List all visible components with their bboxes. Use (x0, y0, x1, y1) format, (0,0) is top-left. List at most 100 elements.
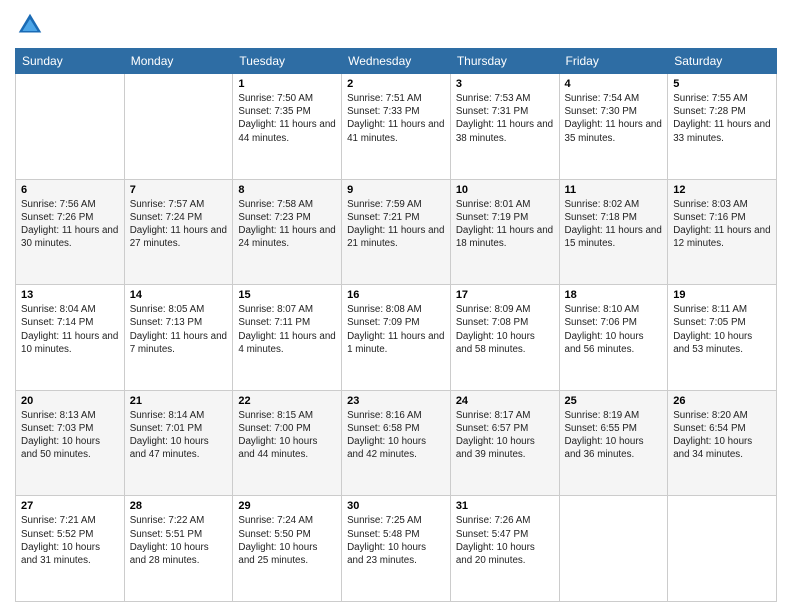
day-number: 6 (21, 184, 119, 196)
day-number: 29 (238, 500, 336, 512)
calendar-cell: 30 Sunrise: 7:25 AMSunset: 5:48 PMDayligh… (342, 496, 451, 602)
day-number: 31 (456, 500, 554, 512)
header-cell-wednesday: Wednesday (342, 49, 451, 74)
calendar-cell: 14 Sunrise: 8:05 AMSunset: 7:13 PMDayligh… (124, 285, 233, 391)
day-number: 15 (238, 289, 336, 301)
day-info: Sunrise: 7:25 AMSunset: 5:48 PMDaylight:… (347, 515, 426, 566)
day-info: Sunrise: 7:51 AMSunset: 7:33 PMDaylight:… (347, 93, 444, 144)
day-number: 30 (347, 500, 445, 512)
day-info: Sunrise: 8:17 AMSunset: 6:57 PMDaylight:… (456, 410, 535, 461)
calendar-cell: 17Sunrise: 8:09 AMSunset: 7:08 PMDayligh… (450, 285, 559, 391)
day-number: 19 (673, 289, 771, 301)
day-number: 23 (347, 395, 445, 407)
day-number: 27 (21, 500, 119, 512)
week-row-3: 13Sunrise: 8:04 AMSunset: 7:14 PMDayligh… (16, 285, 777, 391)
calendar-cell (668, 496, 777, 602)
day-number: 14 (130, 289, 228, 301)
calendar-cell: 13Sunrise: 8:04 AMSunset: 7:14 PMDayligh… (16, 285, 125, 391)
calendar-cell: 11 Sunrise: 8:02 AMSunset: 7:18 PMDayligh… (559, 179, 668, 285)
calendar-cell: 24 Sunrise: 8:17 AMSunset: 6:57 PMDayligh… (450, 390, 559, 496)
day-number: 17 (456, 289, 554, 301)
day-info: Sunrise: 8:08 AMSunset: 7:09 PMDaylight:… (347, 304, 444, 355)
day-info: Sunrise: 8:10 AMSunset: 7:06 PMDaylight:… (565, 304, 644, 355)
header-cell-friday: Friday (559, 49, 668, 74)
day-info: Sunrise: 8:13 AMSunset: 7:03 PMDaylight:… (21, 410, 100, 461)
header-cell-tuesday: Tuesday (233, 49, 342, 74)
calendar-cell: 5 Sunrise: 7:55 AMSunset: 7:28 PMDaylight… (668, 74, 777, 180)
day-number: 1 (238, 78, 336, 90)
calendar-cell: 31 Sunrise: 7:26 AMSunset: 5:47 PMDayligh… (450, 496, 559, 602)
day-number: 4 (565, 78, 663, 90)
header-cell-thursday: Thursday (450, 49, 559, 74)
day-number: 28 (130, 500, 228, 512)
header-cell-monday: Monday (124, 49, 233, 74)
day-number: 22 (238, 395, 336, 407)
day-number: 25 (565, 395, 663, 407)
calendar-cell: 23Sunrise: 8:16 AMSunset: 6:58 PMDayligh… (342, 390, 451, 496)
day-info: Sunrise: 7:55 AMSunset: 7:28 PMDaylight:… (673, 93, 770, 144)
day-info: Sunrise: 8:05 AMSunset: 7:13 PMDaylight:… (130, 304, 227, 355)
logo-icon (15, 10, 45, 40)
calendar-cell: 8 Sunrise: 7:58 AMSunset: 7:23 PMDaylight… (233, 179, 342, 285)
week-row-2: 6 Sunrise: 7:56 AMSunset: 7:26 PMDaylight… (16, 179, 777, 285)
day-number: 20 (21, 395, 119, 407)
day-info: Sunrise: 8:11 AMSunset: 7:05 PMDaylight:… (673, 304, 752, 355)
day-number: 5 (673, 78, 771, 90)
day-info: Sunrise: 8:20 AMSunset: 6:54 PMDaylight:… (673, 410, 752, 461)
day-info: Sunrise: 8:03 AMSunset: 7:16 PMDaylight:… (673, 199, 770, 250)
calendar-cell: 20 Sunrise: 8:13 AMSunset: 7:03 PMDayligh… (16, 390, 125, 496)
calendar-cell: 22 Sunrise: 8:15 AMSunset: 7:00 PMDayligh… (233, 390, 342, 496)
calendar-cell: 25Sunrise: 8:19 AMSunset: 6:55 PMDayligh… (559, 390, 668, 496)
day-info: Sunrise: 7:26 AMSunset: 5:47 PMDaylight:… (456, 515, 535, 566)
day-info: Sunrise: 7:59 AMSunset: 7:21 PMDaylight:… (347, 199, 444, 250)
calendar-cell: 3Sunrise: 7:53 AMSunset: 7:31 PMDaylight… (450, 74, 559, 180)
day-info: Sunrise: 8:01 AMSunset: 7:19 PMDaylight:… (456, 199, 553, 250)
header-row: SundayMondayTuesdayWednesdayThursdayFrid… (16, 49, 777, 74)
page: SundayMondayTuesdayWednesdayThursdayFrid… (0, 0, 792, 612)
calendar-cell: 26 Sunrise: 8:20 AMSunset: 6:54 PMDayligh… (668, 390, 777, 496)
day-number: 11 (565, 184, 663, 196)
day-number: 16 (347, 289, 445, 301)
day-info: Sunrise: 8:02 AMSunset: 7:18 PMDaylight:… (565, 199, 662, 250)
day-info: Sunrise: 8:04 AMSunset: 7:14 PMDaylight:… (21, 304, 118, 355)
calendar-cell: 28 Sunrise: 7:22 AMSunset: 5:51 PMDayligh… (124, 496, 233, 602)
calendar-cell: 7 Sunrise: 7:57 AMSunset: 7:24 PMDaylight… (124, 179, 233, 285)
calendar-cell: 4Sunrise: 7:54 AMSunset: 7:30 PMDaylight… (559, 74, 668, 180)
day-info: Sunrise: 7:56 AMSunset: 7:26 PMDaylight:… (21, 199, 118, 250)
day-info: Sunrise: 7:24 AMSunset: 5:50 PMDaylight:… (238, 515, 317, 566)
calendar-cell: 15 Sunrise: 8:07 AMSunset: 7:11 PMDayligh… (233, 285, 342, 391)
calendar-cell: 21Sunrise: 8:14 AMSunset: 7:01 PMDayligh… (124, 390, 233, 496)
day-info: Sunrise: 8:14 AMSunset: 7:01 PMDaylight:… (130, 410, 209, 461)
calendar-cell (16, 74, 125, 180)
day-number: 26 (673, 395, 771, 407)
day-number: 9 (347, 184, 445, 196)
day-info: Sunrise: 7:21 AMSunset: 5:52 PMDaylight:… (21, 515, 100, 566)
day-number: 18 (565, 289, 663, 301)
day-number: 12 (673, 184, 771, 196)
calendar-cell: 27 Sunrise: 7:21 AMSunset: 5:52 PMDayligh… (16, 496, 125, 602)
day-number: 24 (456, 395, 554, 407)
week-row-4: 20 Sunrise: 8:13 AMSunset: 7:03 PMDayligh… (16, 390, 777, 496)
day-number: 10 (456, 184, 554, 196)
calendar-cell: 9 Sunrise: 7:59 AMSunset: 7:21 PMDaylight… (342, 179, 451, 285)
day-info: Sunrise: 7:57 AMSunset: 7:24 PMDaylight:… (130, 199, 227, 250)
calendar-cell: 19 Sunrise: 8:11 AMSunset: 7:05 PMDayligh… (668, 285, 777, 391)
week-row-1: 1 Sunrise: 7:50 AMSunset: 7:35 PMDaylight… (16, 74, 777, 180)
calendar-cell: 12 Sunrise: 8:03 AMSunset: 7:16 PMDayligh… (668, 179, 777, 285)
logo (15, 10, 49, 40)
day-number: 2 (347, 78, 445, 90)
calendar-cell: 16 Sunrise: 8:08 AMSunset: 7:09 PMDayligh… (342, 285, 451, 391)
header-cell-saturday: Saturday (668, 49, 777, 74)
day-info: Sunrise: 7:50 AMSunset: 7:35 PMDaylight:… (238, 93, 335, 144)
calendar-cell: 2 Sunrise: 7:51 AMSunset: 7:33 PMDaylight… (342, 74, 451, 180)
header (15, 10, 777, 40)
day-info: Sunrise: 8:15 AMSunset: 7:00 PMDaylight:… (238, 410, 317, 461)
day-number: 8 (238, 184, 336, 196)
calendar-cell: 29 Sunrise: 7:24 AMSunset: 5:50 PMDayligh… (233, 496, 342, 602)
day-info: Sunrise: 7:58 AMSunset: 7:23 PMDaylight:… (238, 199, 335, 250)
calendar-cell (559, 496, 668, 602)
day-info: Sunrise: 8:07 AMSunset: 7:11 PMDaylight:… (238, 304, 335, 355)
day-number: 7 (130, 184, 228, 196)
day-info: Sunrise: 7:22 AMSunset: 5:51 PMDaylight:… (130, 515, 209, 566)
calendar-cell: 18 Sunrise: 8:10 AMSunset: 7:06 PMDayligh… (559, 285, 668, 391)
